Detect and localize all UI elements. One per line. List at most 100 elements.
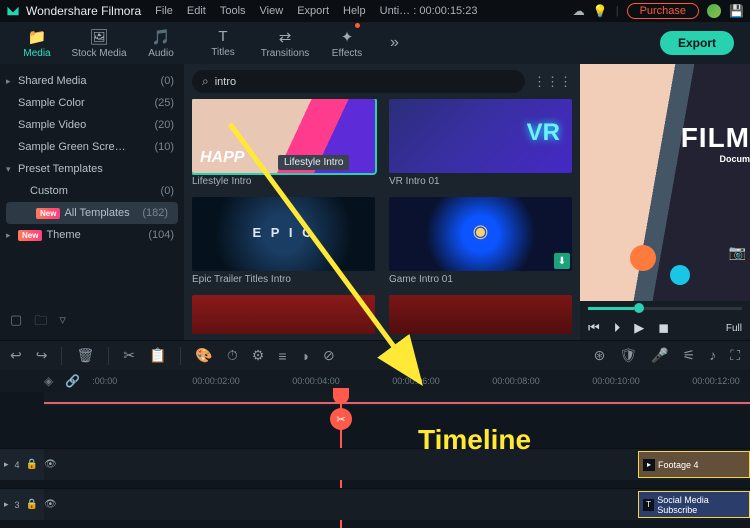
sidebar-item-theme[interactable]: ▸NewTheme(104) (0, 224, 184, 246)
scissors-icon[interactable]: ✂ (330, 408, 352, 430)
thumb-image (192, 295, 375, 334)
fullscreen-button[interactable]: Full (726, 323, 742, 334)
titles-icon: T (218, 28, 227, 45)
clipboard-icon[interactable]: 📋 (149, 347, 166, 364)
color-icon[interactable]: 🎨 (195, 347, 212, 364)
purchase-button[interactable]: Purchase (627, 3, 699, 19)
sidebar-item-count: (182) (142, 207, 168, 219)
category-effects[interactable]: ✦Effects (316, 28, 378, 59)
menu-help[interactable]: Help (343, 5, 366, 17)
template-thumb[interactable]: ⬇Game Intro 01 (389, 197, 572, 285)
sidebar-item-all-templates[interactable]: NewAll Templates(182) (6, 202, 178, 224)
view-grid-icon[interactable]: ⋮⋮⋮ (533, 74, 572, 90)
step-back-icon[interactable]: ⏵ (614, 320, 621, 336)
track-toggle-icon[interactable]: ▸ (4, 459, 9, 470)
lock-icon[interactable]: 🔒 (26, 499, 38, 510)
prev-frame-icon[interactable]: ⏮ (588, 320, 600, 336)
sidebar-item-label: Custom (30, 185, 68, 197)
stock media-icon: 🖼 (89, 28, 108, 46)
annotation-label: Timeline (418, 424, 531, 456)
settings-icon[interactable]: ⚙ (252, 347, 265, 364)
sidebar-item-label: All Templates (64, 207, 129, 219)
export-button[interactable]: Export (660, 31, 734, 55)
sidebar-item-custom[interactable]: Custom(0) (0, 180, 184, 202)
undo-icon[interactable]: ↩ (10, 347, 22, 364)
category-transitions[interactable]: ⇄Transitions (254, 28, 316, 59)
fit-icon[interactable]: ⛶ (730, 347, 740, 364)
ruler-tick: 00:00:08:00 (492, 376, 592, 386)
track-header[interactable]: ▸4🔒👁 (0, 449, 44, 480)
timeline-track[interactable]: ▸3🔒👁 TSocial Media Subscribe (0, 488, 750, 520)
visibility-icon[interactable]: 👁 (44, 459, 57, 470)
snapshot-icon[interactable]: 📷 (729, 244, 746, 261)
marker-icon[interactable]: ◈ (44, 374, 53, 388)
sidebar-item-preset-templates[interactable]: ▾Preset Templates (0, 158, 184, 180)
download-icon[interactable]: ⬇ (554, 253, 570, 269)
delete-icon[interactable]: 🗑 (76, 347, 94, 364)
menu-edit[interactable]: Edit (187, 5, 206, 17)
tips-icon[interactable]: 💡 (593, 4, 608, 18)
template-thumb[interactable]: Epic Trailer Titles Intro (192, 197, 375, 285)
timeline-clip[interactable]: ▸Footage 4 (638, 451, 750, 478)
template-thumb[interactable] (389, 295, 572, 334)
category-media[interactable]: 📁Media (6, 28, 68, 59)
preview-viewport[interactable]: Docum 📷 (580, 64, 750, 301)
sidebar-item-sample-green-scre-[interactable]: Sample Green Scre…(10) (0, 136, 184, 158)
mic-icon[interactable]: 🎤 (651, 347, 668, 364)
link-icon[interactable]: 🔗 (65, 374, 80, 388)
timeline-toolbar: ↩ ↪ 🗑 ✂ 📋 🎨 ⏱ ⚙ ≡ ◑ ⊘ ⊛ 🛡 🎤 ⚟ ♪ ⛶ (0, 340, 750, 370)
template-thumb[interactable] (192, 295, 375, 334)
track-toggle-icon[interactable]: ▸ (4, 499, 9, 510)
new-badge: New (18, 230, 42, 241)
menu-file[interactable]: File (155, 5, 173, 17)
more-categories-icon[interactable]: » (390, 34, 399, 52)
category-stock-media[interactable]: 🖼Stock Media (68, 28, 130, 59)
filter-icon[interactable]: ▿ (59, 312, 66, 334)
track-header[interactable]: ▸3🔒👁 (0, 489, 44, 520)
play-icon[interactable]: ▶ (634, 320, 644, 336)
category-audio[interactable]: 🎵Audio (130, 28, 192, 59)
volume-slider[interactable] (588, 307, 742, 310)
timeline-clip[interactable]: TSocial Media Subscribe (638, 491, 750, 518)
sidebar-item-sample-video[interactable]: Sample Video(20) (0, 114, 184, 136)
template-thumb[interactable]: Lifestyle IntroLifestyle Intro (192, 99, 375, 187)
new-bin-icon[interactable]: ▢ (10, 312, 22, 334)
divider-icon: | (616, 5, 619, 17)
category-titles[interactable]: TTitles (192, 28, 254, 59)
sidebar-footer: ▢ 🗀 ▿ (0, 306, 184, 340)
menu-view[interactable]: View (260, 5, 284, 17)
shield-icon[interactable]: 🛡 (619, 347, 637, 364)
cloud-icon[interactable]: ☁ (573, 4, 585, 18)
speed-icon[interactable]: ⏱ (227, 347, 238, 364)
music-icon[interactable]: ♪ (709, 347, 716, 364)
sidebar-item-count: (20) (154, 119, 174, 131)
timeline-ruler[interactable] (44, 392, 750, 406)
stop-icon[interactable]: ◼ (658, 320, 669, 336)
preview-subtitle: Docum (719, 154, 750, 164)
cut-icon[interactable]: ✂ (123, 347, 135, 364)
mask-icon[interactable]: ◑ (301, 348, 309, 364)
lock-icon[interactable]: 🔒 (26, 459, 38, 470)
crop-icon[interactable]: ⊘ (323, 347, 335, 364)
save-icon[interactable]: 💾 (729, 4, 744, 18)
menu-tools[interactable]: Tools (220, 5, 246, 17)
mixer-icon[interactable]: ⚟ (683, 347, 696, 364)
audio-icon: 🎵 (152, 28, 171, 46)
search-input[interactable] (215, 76, 515, 88)
sidebar-item-sample-color[interactable]: Sample Color(25) (0, 92, 184, 114)
app-logo: Wondershare Filmora (6, 4, 141, 18)
timeline[interactable]: ◈ 🔗 :00:0000:00:02:0000:00:04:0000:00:06… (0, 370, 750, 528)
search-box[interactable]: ⌕ (192, 70, 525, 93)
adjust-icon[interactable]: ≡ (278, 348, 286, 364)
render-icon[interactable]: ⊛ (594, 347, 606, 364)
media-browser: ⌕ ⋮⋮⋮ Lifestyle IntroLifestyle IntroVR I… (184, 64, 580, 340)
track-number: 4 (15, 460, 20, 470)
account-avatar[interactable] (707, 4, 721, 18)
redo-icon[interactable]: ↪ (36, 347, 48, 364)
template-thumb[interactable]: VR Intro 01 (389, 99, 572, 187)
timeline-track[interactable]: ▸ 4 🔒 👁 ▸Footage 4 (0, 448, 750, 480)
new-folder-icon[interactable]: 🗀 (34, 312, 47, 334)
sidebar-item-shared-media[interactable]: ▸Shared Media(0) (0, 70, 184, 92)
menu-export[interactable]: Export (297, 5, 329, 17)
visibility-icon[interactable]: 👁 (44, 499, 57, 510)
